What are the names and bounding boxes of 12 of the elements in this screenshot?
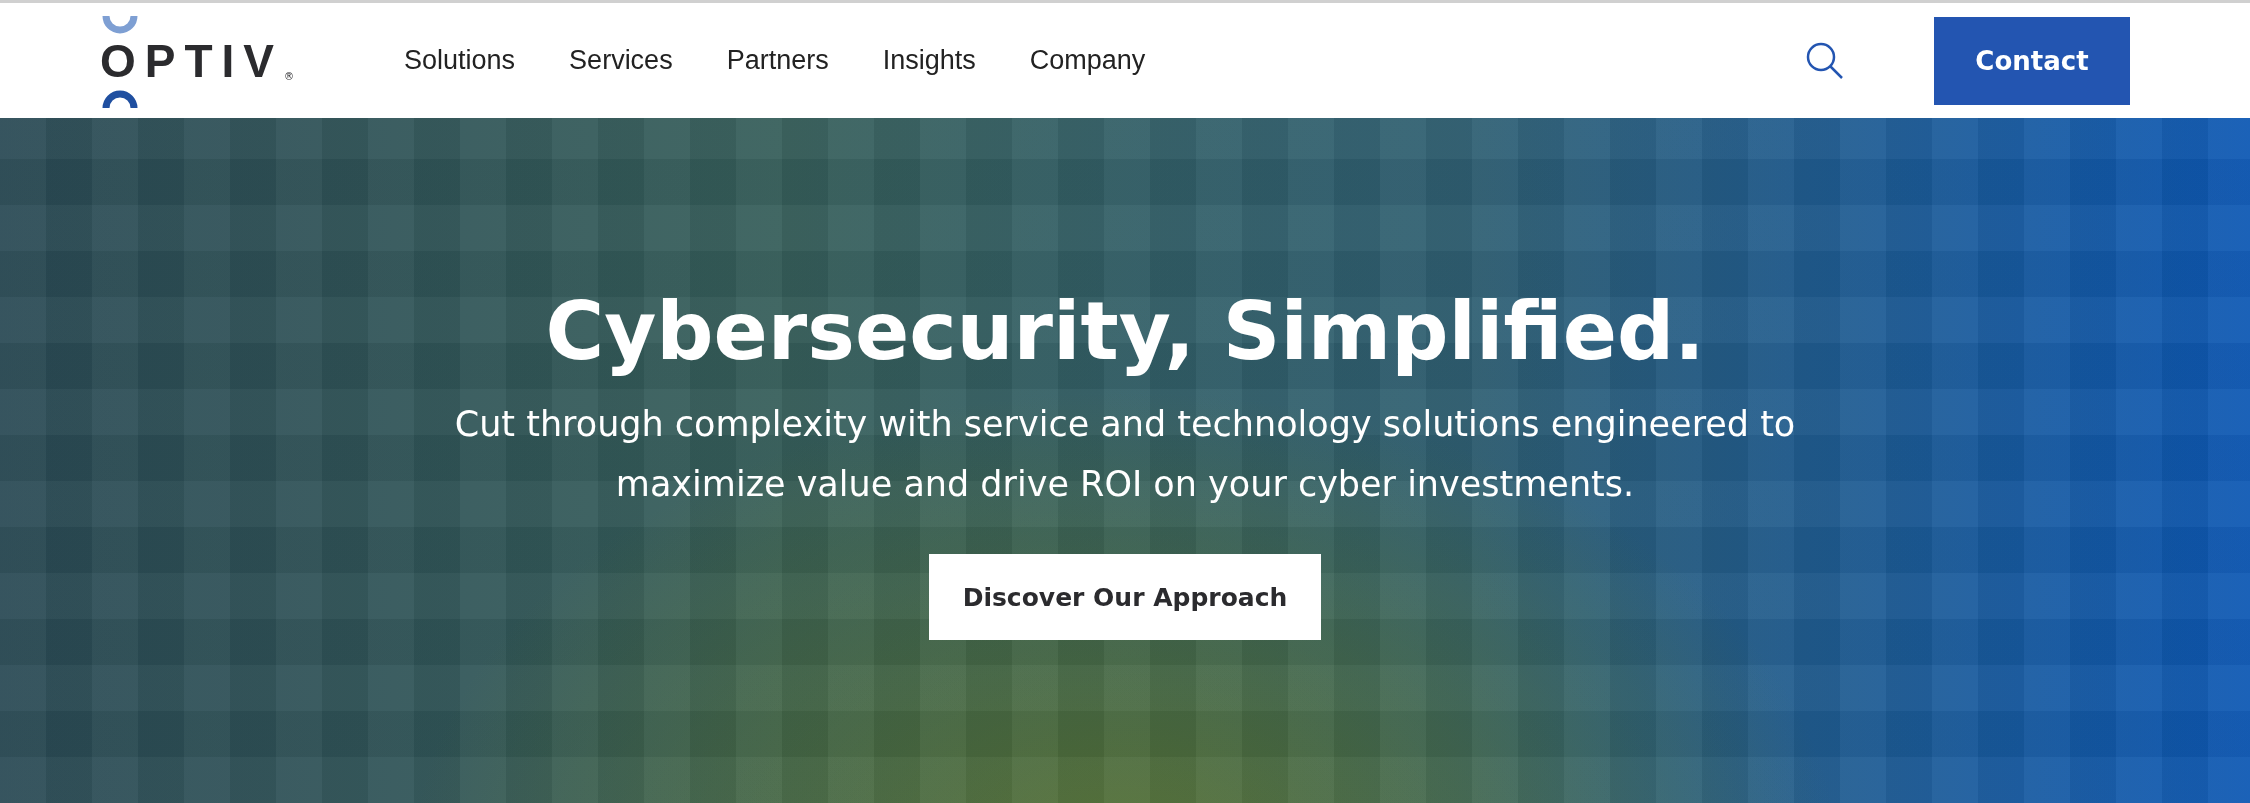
hero-subtitle: Cut through complexity with service and technology solutions engineered to maximize value and drive ROI on your cyber investments. — [453, 403, 1797, 506]
nav-link[interactable]: Solutions — [404, 45, 516, 76]
nav-link[interactable]: Partners — [726, 45, 829, 76]
logo-text[interactable]: OPTIV — [100, 37, 284, 84]
discover-button[interactable]: Discover Our Approach — [929, 554, 1321, 640]
nav-link[interactable]: Company — [1029, 45, 1146, 76]
search-icon[interactable] — [1806, 41, 1844, 80]
registered-mark: ® — [284, 70, 295, 82]
nav-link[interactable]: Services — [569, 45, 673, 76]
hero-title: Cybersecurity, Simplified. — [545, 288, 1705, 376]
nav-link[interactable]: Insights — [882, 45, 976, 76]
contact-button[interactable]: Contact — [1934, 16, 2130, 105]
